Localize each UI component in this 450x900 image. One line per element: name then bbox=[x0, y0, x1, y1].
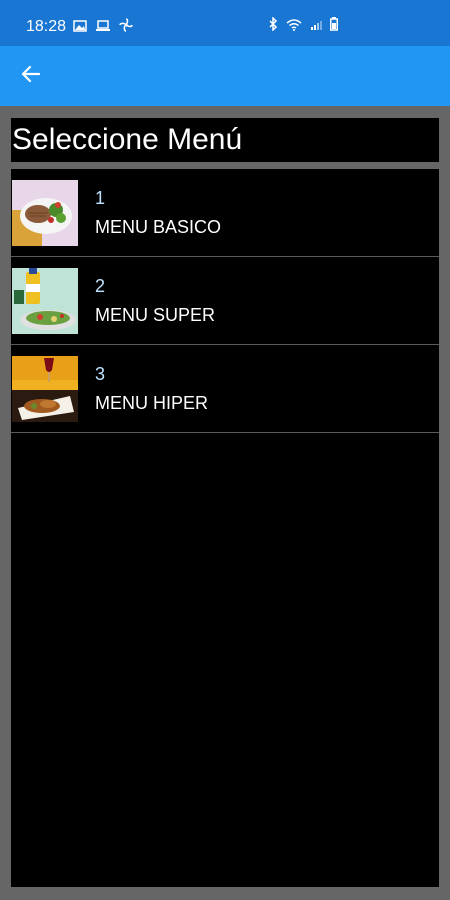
menu-item-name: MENU SUPER bbox=[95, 305, 216, 325]
menu-item-thumbnail-super bbox=[12, 268, 78, 334]
menu-item-name: MENU BASICO bbox=[95, 217, 222, 237]
menu-list: 1 MENU BASICO 2 MENU SUPER 3 MENU HIPER bbox=[11, 169, 439, 887]
bluetooth-icon bbox=[268, 16, 278, 36]
image-icon bbox=[73, 19, 87, 37]
wifi-icon bbox=[286, 18, 302, 36]
status-bar: 18:28 bbox=[0, 0, 450, 46]
battery-icon bbox=[330, 17, 338, 36]
fan-icon bbox=[119, 18, 133, 37]
back-button[interactable] bbox=[12, 58, 48, 94]
menu-item-super[interactable]: 2 MENU SUPER bbox=[11, 257, 439, 345]
content: Seleccione Menú 1 MENU BASICO 2 MENU SUP… bbox=[0, 106, 450, 900]
arrow-left-icon bbox=[20, 65, 41, 88]
signal-icon bbox=[310, 18, 322, 36]
menu-item-number: 2 bbox=[95, 276, 106, 296]
status-right-icons bbox=[268, 16, 338, 36]
menu-item-number: 1 bbox=[95, 188, 106, 208]
title-box: Seleccione Menú bbox=[11, 118, 439, 162]
status-left-icons bbox=[73, 18, 133, 37]
app-bar bbox=[0, 46, 450, 106]
menu-item-number: 3 bbox=[95, 364, 106, 384]
status-time: 18:28 bbox=[26, 18, 67, 35]
menu-item-thumbnail-hiper bbox=[12, 356, 78, 422]
page-title: Seleccione Menú bbox=[12, 123, 243, 156]
menu-item-thumbnail-basico bbox=[12, 180, 78, 246]
menu-item-hiper[interactable]: 3 MENU HIPER bbox=[11, 345, 439, 433]
menu-item-name: MENU HIPER bbox=[95, 393, 209, 413]
menu-item-basico[interactable]: 1 MENU BASICO bbox=[11, 169, 439, 257]
laptop-icon bbox=[95, 19, 111, 37]
